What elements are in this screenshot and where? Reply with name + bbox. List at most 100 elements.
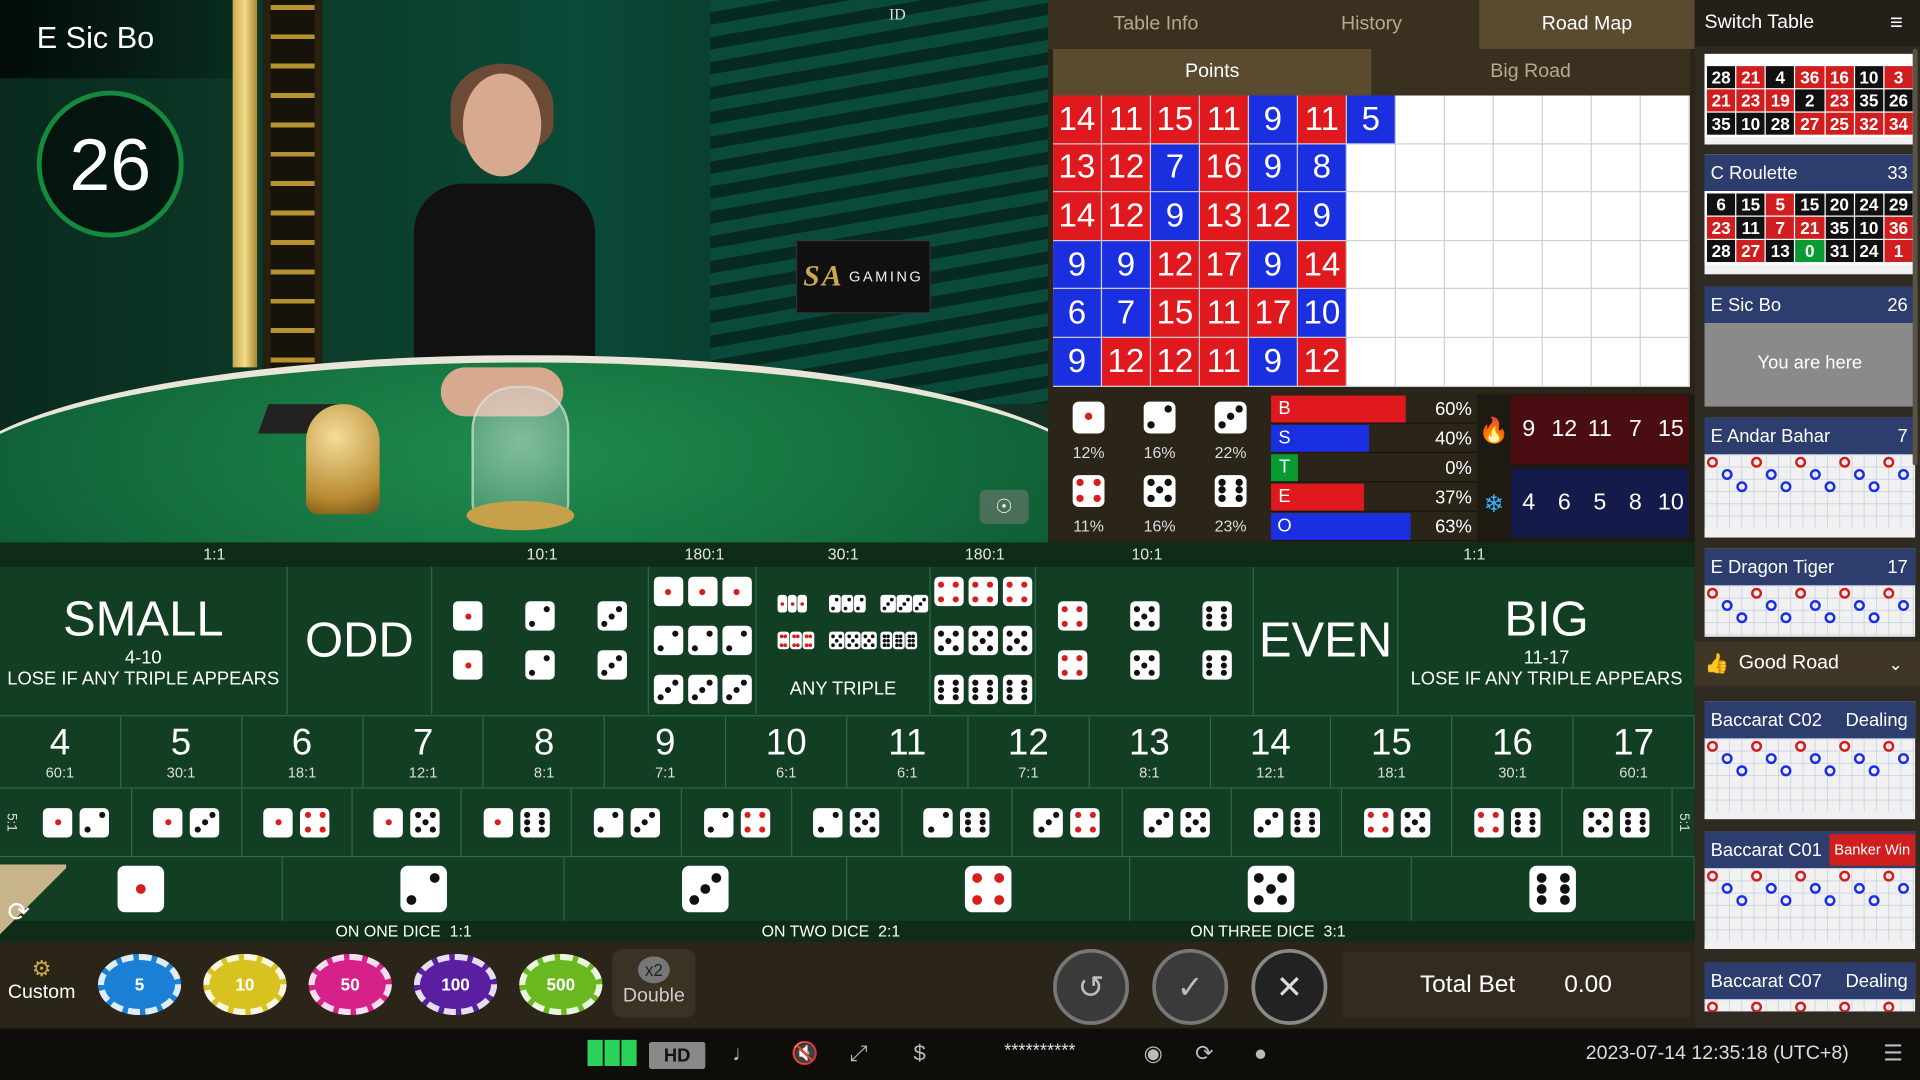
single-bet-4[interactable]	[847, 857, 1130, 921]
double-bet-4[interactable]	[1057, 601, 1087, 680]
combo-bet-1-5[interactable]	[352, 788, 463, 856]
sum-bet-14[interactable]: 14 12:1	[1211, 716, 1332, 788]
lobby-card-baccarat-c02[interactable]: Baccarat C02 Dealing	[1704, 701, 1916, 820]
sum-bet-4[interactable]: 4 60:1	[0, 716, 122, 788]
good-road-dropdown[interactable]: 👍 Good Road ⌄	[1694, 641, 1920, 686]
combo-bet-5-6[interactable]	[1563, 788, 1673, 856]
sound-icon[interactable]: 🔇	[791, 1041, 818, 1067]
confirm-button[interactable]: ✓	[1152, 948, 1229, 1025]
single-bet-2[interactable]	[282, 857, 565, 921]
any-triple-bet[interactable]: ANY TRIPLE	[757, 566, 931, 714]
sum-bet-8[interactable]: 8 8:1	[484, 716, 606, 788]
sum-bet-7[interactable]: 7 12:1	[363, 716, 485, 788]
points-cell: 13	[1053, 143, 1103, 193]
subtab-points[interactable]: Points	[1053, 48, 1372, 96]
combo-bet-4-6[interactable]	[1452, 788, 1563, 856]
lobby-card-e-andar-bahar[interactable]: E Andar Bahar 7	[1704, 417, 1916, 538]
double-bet-1[interactable]	[453, 601, 483, 680]
road-bead	[1824, 765, 1836, 777]
pip	[1588, 826, 1595, 833]
triple-bet-5[interactable]	[933, 625, 1032, 656]
lobby-card-partial[interactable]: 28 21 4 36 16 10 3 21 23 19 2 23 35 26 35 10 28 27 25 32 34	[1704, 53, 1916, 145]
eye-icon[interactable]: ◉	[1144, 1041, 1163, 1067]
chip-100[interactable]: 100	[413, 953, 498, 1016]
menu-icon[interactable]: ☰	[1883, 1041, 1903, 1067]
combo-bet-2-3[interactable]	[572, 788, 683, 856]
cancel-button[interactable]: ✕	[1251, 948, 1328, 1025]
lobby-card-e-dragon-tiger[interactable]: E Dragon Tiger 17	[1704, 548, 1916, 637]
combo-bet-3-4[interactable]	[1012, 788, 1123, 856]
odd-bet[interactable]: ODD	[288, 566, 433, 714]
double-bet-3[interactable]	[597, 601, 627, 680]
pip	[726, 644, 733, 651]
double-bet-6[interactable]	[1201, 601, 1232, 680]
combo-bet-1-4[interactable]	[242, 788, 353, 856]
tab-table-info[interactable]: Table Info	[1048, 0, 1264, 49]
double-button[interactable]: x2 Double	[612, 948, 696, 1018]
lobby-card-c-roulette[interactable]: C Roulette 33 6 15 5 15 20 24 29 23 11 7 21 35 10 36 28 2…	[1704, 154, 1916, 275]
undo-button[interactable]: ↺	[1053, 948, 1129, 1025]
sum-bet-17[interactable]: 17 60:1	[1574, 716, 1695, 788]
points-cell	[1591, 192, 1641, 241]
subtab-big-road[interactable]: Big Road	[1371, 48, 1690, 96]
triple-bet-2[interactable]	[653, 625, 752, 656]
sum-bet-5[interactable]: 5 30:1	[121, 716, 243, 788]
camera-icon[interactable]: ☉	[979, 489, 1029, 525]
chip-50[interactable]: 50	[308, 953, 392, 1016]
sum-bet-12[interactable]: 12 7:1	[968, 716, 1090, 788]
sum-bet-13[interactable]: 13 8:1	[1089, 716, 1211, 788]
reload-icon[interactable]: ⟳	[1195, 1041, 1213, 1067]
sum-bet-15[interactable]: 15 18:1	[1332, 716, 1453, 788]
lobby-card-baccarat-c01[interactable]: Baccarat C01 Banker Win	[1704, 831, 1916, 949]
combo-bet-2-5[interactable]	[792, 788, 903, 856]
road-bead	[1780, 765, 1792, 777]
lobby-card-e-sic-bo[interactable]: E Sic Bo 26 You are here	[1704, 286, 1916, 407]
combo-bet-2-4[interactable]	[682, 788, 793, 856]
chip-10[interactable]: 10	[203, 953, 287, 1016]
fullscreen-icon[interactable]: ⤢	[850, 1041, 868, 1067]
sum-bet-11[interactable]: 11 6:1	[847, 716, 969, 788]
combo-payout-right: 5:1	[1676, 812, 1691, 832]
custom-chip-button[interactable]: ⚙ Custom	[7, 956, 76, 1004]
chip-500[interactable]: 500	[519, 953, 603, 1016]
user-icon[interactable]: ●	[1254, 1041, 1267, 1067]
big-bet[interactable]: BIG 11-17 LOSE IF ANY TRIPLE APPEARS	[1398, 567, 1694, 714]
combo-bet-3-6[interactable]	[1232, 788, 1343, 856]
small-bet[interactable]: SMALL 4-10 LOSE IF ANY TRIPLE APPEARS	[0, 566, 288, 714]
triple-bet-6[interactable]	[933, 674, 1032, 705]
double-bet-5[interactable]	[1129, 601, 1159, 680]
sum-bet-16[interactable]: 16 30:1	[1453, 716, 1574, 788]
tab-history[interactable]: History	[1264, 0, 1480, 49]
combo-bet-1-3[interactable]	[132, 788, 243, 856]
single-bet-6[interactable]	[1412, 857, 1695, 921]
single-bet-3[interactable]	[565, 857, 848, 921]
double-bet-2[interactable]	[525, 601, 555, 680]
triple-bet-4[interactable]	[933, 576, 1032, 607]
triple-bet-1[interactable]	[653, 576, 752, 607]
lobby-scrollbar[interactable]	[1912, 48, 1918, 466]
currency-icon[interactable]: $	[913, 1041, 925, 1067]
combo-bet-3-5[interactable]	[1122, 788, 1233, 856]
combo-bet-1-2[interactable]	[22, 788, 133, 856]
sum-bet-6[interactable]: 6 18:1	[242, 716, 364, 788]
pip	[1382, 811, 1389, 818]
refresh-icon[interactable]: ⟳	[0, 864, 67, 938]
die-2	[721, 625, 752, 656]
lobby-card-baccarat-c07[interactable]: Baccarat C07 Dealing	[1704, 962, 1916, 1012]
sum-bet-10[interactable]: 10 6:1	[726, 716, 848, 788]
combo-bet-1-6[interactable]	[462, 788, 573, 856]
tab-road-map[interactable]: Road Map	[1479, 0, 1695, 49]
game-window: SA GAMING E Sic Bo 26 ID ☉ Table Info Hist…	[0, 0, 1920, 1080]
single-bet-5[interactable]	[1130, 857, 1413, 921]
pip	[882, 643, 886, 647]
mute-icon[interactable]: ♩	[732, 1041, 754, 1067]
chip-5[interactable]: 5	[97, 953, 182, 1016]
sum-bet-9[interactable]: 9 7:1	[605, 716, 727, 788]
combo-bet-4-5[interactable]	[1342, 788, 1453, 856]
filter-icon[interactable]: ≡	[1890, 10, 1903, 36]
even-bet[interactable]: EVEN	[1254, 566, 1399, 714]
lobby-card-count: 7	[1897, 425, 1908, 447]
hd-button[interactable]: HD	[648, 1042, 706, 1069]
combo-bet-2-6[interactable]	[902, 788, 1013, 856]
triple-bet-3[interactable]	[653, 674, 752, 705]
